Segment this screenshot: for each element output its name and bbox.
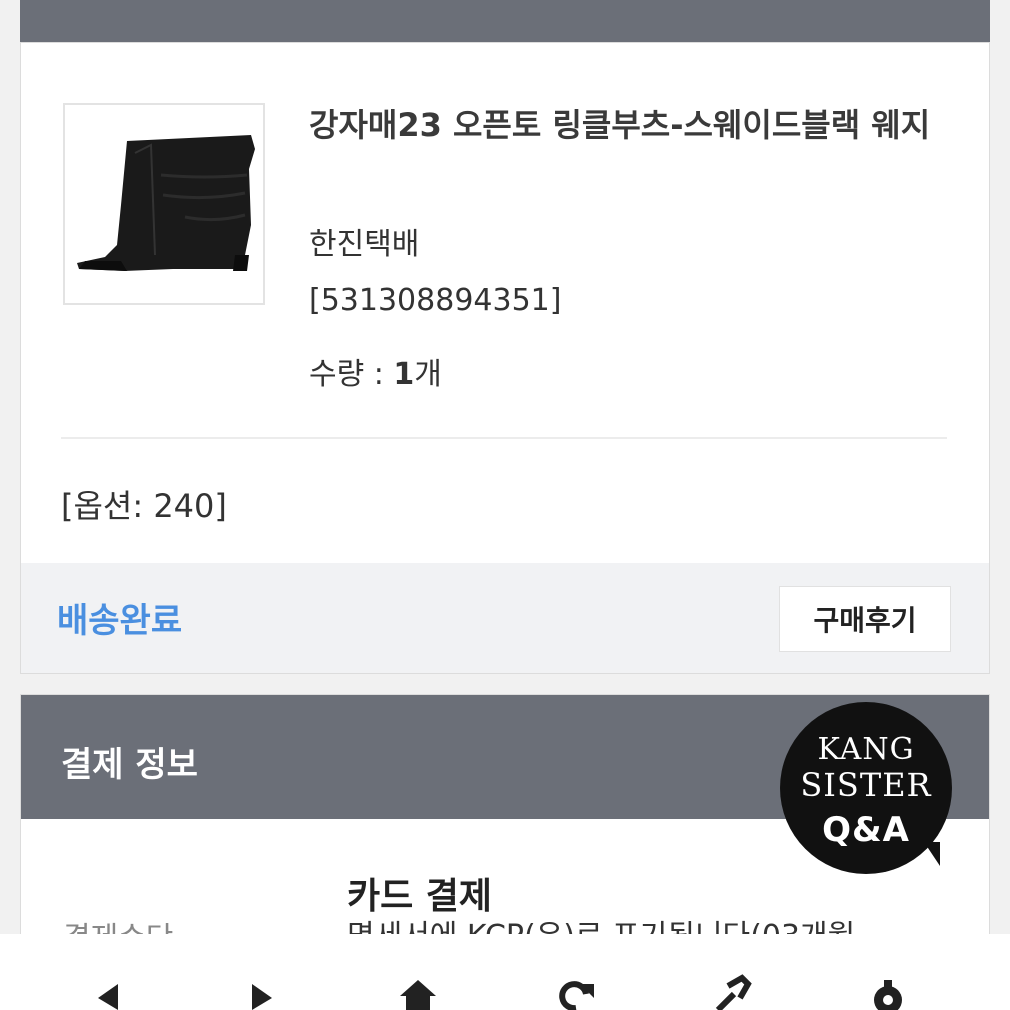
order-status-footer: 배송완료 구매후기 <box>21 563 989 673</box>
settings-icon <box>874 980 902 1010</box>
divider <box>61 437 947 439</box>
product-option: [옵션: 240] <box>61 487 227 525</box>
qa-badge-line1: KANG <box>817 732 915 767</box>
share-button[interactable] <box>700 974 760 1010</box>
back-icon <box>98 984 118 1010</box>
payment-section-title: 결제 정보 <box>61 745 198 785</box>
home-button[interactable] <box>388 974 448 1010</box>
share-icon <box>715 974 752 1010</box>
forward-button[interactable] <box>232 974 292 1010</box>
bottom-navigation-bar <box>0 934 1010 1010</box>
quantity-label: 수량 : <box>309 357 394 392</box>
order-item-card: 강자매23 오픈토 링클부츠-스웨이드블랙 웨지 한진택배 [531308894… <box>20 42 990 674</box>
review-button[interactable]: 구매후기 <box>779 586 951 652</box>
boot-image <box>77 135 255 271</box>
tracking-number[interactable]: [531308894351] <box>309 283 561 318</box>
home-icon <box>400 980 436 1010</box>
courier-name: 한진택배 <box>309 227 420 262</box>
qa-badge-line2: SISTER <box>800 766 932 804</box>
forward-icon <box>252 984 272 1010</box>
qa-floating-button[interactable]: KANG SISTER Q&A <box>780 702 952 874</box>
refresh-button[interactable] <box>546 974 606 1010</box>
settings-button[interactable] <box>858 974 918 1010</box>
back-button[interactable] <box>78 974 138 1010</box>
delivery-status: 배송완료 <box>57 601 183 641</box>
quantity-unit: 개 <box>414 357 442 392</box>
qa-badge-line3: Q&A <box>822 810 910 850</box>
refresh-icon <box>559 981 594 1010</box>
product-name[interactable]: 강자매23 오픈토 링클부츠-스웨이드블랙 웨지 <box>309 101 949 149</box>
quantity-value: 1 <box>393 357 415 392</box>
top-section-bar <box>20 0 990 42</box>
quantity: 수량 : 1개 <box>309 349 442 393</box>
product-thumbnail[interactable] <box>63 103 265 305</box>
